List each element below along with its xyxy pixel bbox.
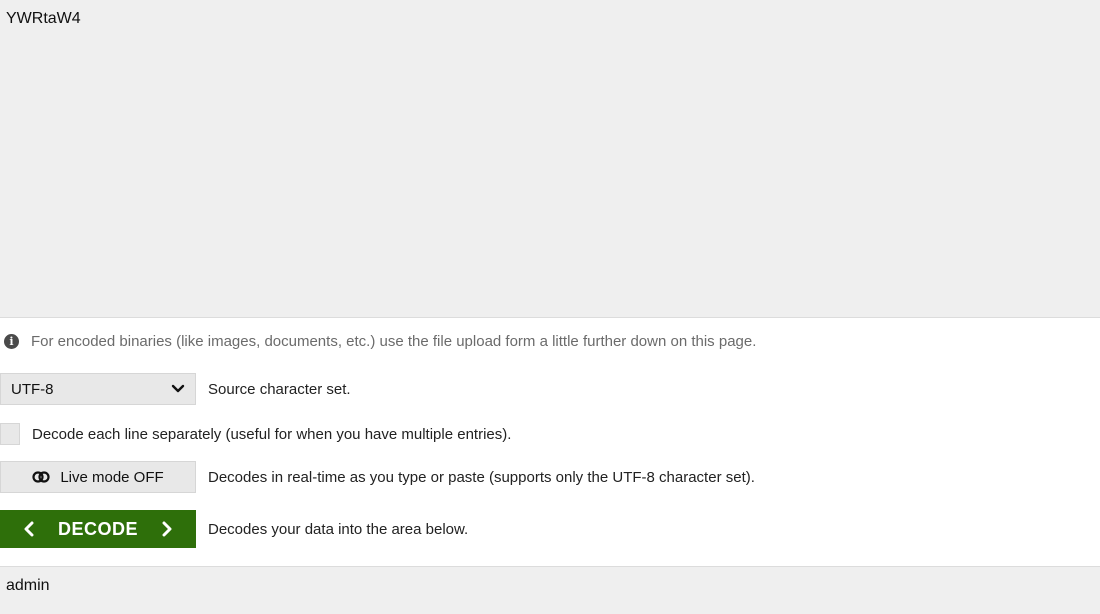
charset-selected-value: UTF-8 [11,380,54,398]
decode-description: Decodes your data into the area below. [208,520,469,538]
separate-lines-checkbox[interactable] [0,423,20,445]
live-mode-button[interactable]: Live mode OFF [0,461,196,493]
binary-note-text: For encoded binaries (like images, docum… [31,333,757,350]
charset-description: Source character set. [208,380,351,398]
toggle-icon [32,471,50,483]
chevron-right-icon [162,521,172,537]
chevron-down-icon [171,384,185,393]
live-mode-label: Live mode OFF [60,468,164,486]
separate-lines-label: Decode each line separately (useful for … [32,425,512,443]
binary-note: i For encoded binaries (like images, doc… [4,333,756,350]
charset-select[interactable]: UTF-8 [0,373,196,405]
input-textarea[interactable]: YWRtaW4 [0,0,1100,318]
live-mode-description: Decodes in real-time as you type or past… [208,468,755,486]
decode-row: DECODE Decodes your data into the area b… [0,510,468,548]
live-mode-row: Live mode OFF Decodes in real-time as yo… [0,461,755,493]
decode-button-label: DECODE [57,518,138,539]
info-icon: i [4,334,19,349]
charset-row: UTF-8 Source character set. [0,373,351,405]
chevron-left-icon [24,521,34,537]
decode-button[interactable]: DECODE [0,510,196,548]
separate-lines-row: Decode each line separately (useful for … [0,423,511,445]
output-textarea[interactable]: admin [0,566,1100,614]
